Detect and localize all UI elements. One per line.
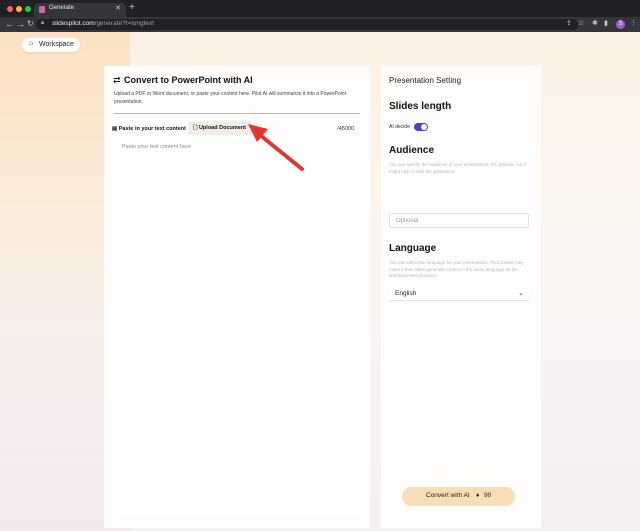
chevron-down-icon: ⌄ xyxy=(518,290,524,297)
panel-description: Upload a PDF or Word document, or paste … xyxy=(114,91,346,105)
character-counter: /45000 xyxy=(337,126,354,132)
extensions-icon[interactable]: ✱ xyxy=(592,19,598,29)
credits-count: 90 xyxy=(484,492,492,499)
ai-decide-toggle[interactable] xyxy=(414,123,428,131)
tab-upload-label: Upload Document xyxy=(198,125,247,131)
tab-paste-label: Paste in your text content xyxy=(118,126,186,132)
text-content-input[interactable] xyxy=(114,136,360,516)
close-window-button[interactable] xyxy=(7,6,13,12)
url-text: slidespilot.com/generate?t=longtext xyxy=(52,20,155,27)
language-select[interactable]: English ⌄ xyxy=(389,287,529,301)
tab-title: Generate xyxy=(49,5,75,11)
settings-title: Presentation Setting xyxy=(389,76,462,85)
tab-upload-document[interactable]: 🗋︎ Upload Document xyxy=(188,121,252,135)
minimize-window-button[interactable] xyxy=(16,6,22,12)
audience-input[interactable] xyxy=(389,213,529,228)
profile-avatar[interactable]: S xyxy=(616,20,625,29)
panel-title: Convert to PowerPoint with AI xyxy=(124,75,253,85)
content-panel: ⇄ Convert to PowerPoint with AI Upload a… xyxy=(104,66,370,528)
menu-icon[interactable]: ⋮ xyxy=(630,19,637,29)
audience-heading: Audience xyxy=(389,145,435,156)
page: ⌂ Workspace ⇄ Convert to PowerPoint with… xyxy=(0,32,640,531)
maximize-window-button[interactable] xyxy=(25,6,31,12)
forward-icon[interactable]: → xyxy=(16,18,25,30)
audience-hint: You can specify the audience of your pre… xyxy=(389,162,526,174)
language-heading: Language xyxy=(389,243,437,254)
slides-length-heading: Slides length xyxy=(389,101,452,112)
convert-with-ai-button[interactable]: Convert with AI ♦ 90 xyxy=(402,487,515,506)
convert-label: Convert with AI xyxy=(426,492,470,499)
address-bar[interactable]: 🔒︎ slidespilot.com/generate?t=longtext xyxy=(36,19,578,30)
language-value: English xyxy=(395,290,417,297)
sidebar-icon[interactable]: ▮ xyxy=(604,19,608,29)
back-icon[interactable]: ← xyxy=(5,18,14,30)
home-icon: ⌂ xyxy=(29,40,34,47)
browser-toolbar: ← → ↻ 🔒︎ slidespilot.com/generate?t=long… xyxy=(0,17,640,32)
language-hint: You can select the language for your pre… xyxy=(389,260,524,278)
browser-tab-bar: Generate ✕ + xyxy=(0,0,640,17)
browser-tab[interactable]: Generate ✕ xyxy=(34,3,126,17)
favicon-icon xyxy=(39,6,45,13)
workspace-label: Workspace xyxy=(39,41,74,48)
divider xyxy=(114,113,360,114)
workspace-button[interactable]: ⌂ Workspace xyxy=(22,38,80,52)
lock-icon: 🔒︎ xyxy=(41,20,45,26)
document-icon: ▤ xyxy=(112,126,119,132)
reload-icon[interactable]: ↻ xyxy=(27,18,34,30)
tab-paste-text[interactable]: ▤ Paste in your text content xyxy=(112,123,186,135)
close-tab-icon[interactable]: ✕ xyxy=(115,4,121,12)
bookmark-star-icon[interactable]: ☆ xyxy=(578,19,584,29)
new-tab-icon[interactable]: + xyxy=(129,2,135,14)
share-icon[interactable]: ⇪ xyxy=(566,19,572,29)
convert-arrows-icon: ⇄ xyxy=(113,75,121,85)
settings-panel: Presentation Setting Slides length AI de… xyxy=(381,66,541,528)
ai-decide-label: AI decide xyxy=(389,124,410,130)
diamond-icon: ♦ xyxy=(476,492,480,499)
